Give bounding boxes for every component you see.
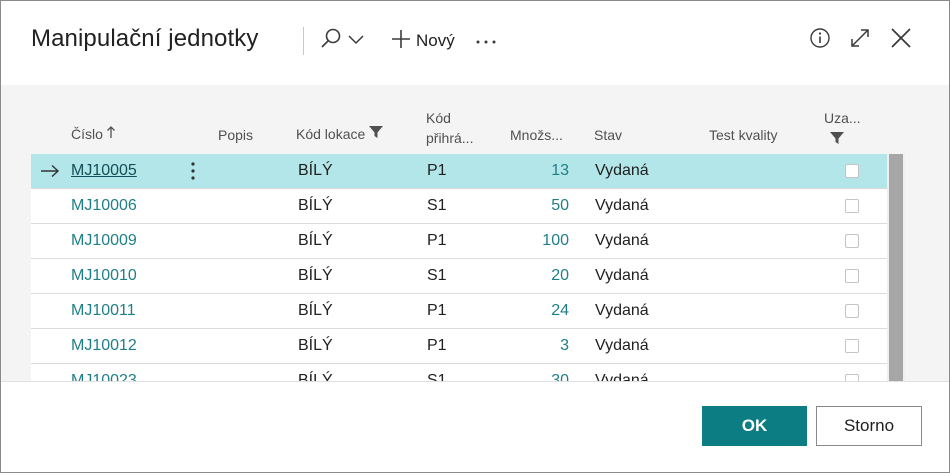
column-header-description[interactable]: Popis: [218, 127, 253, 143]
page-title: Manipulační jednotky: [31, 25, 259, 52]
column-header-number-label: Číslo: [71, 125, 103, 142]
chevron-down-icon: [347, 32, 365, 51]
column-header-closed[interactable]: Uza...: [824, 108, 861, 150]
vertical-scrollbar[interactable]: [887, 154, 905, 381]
bin-code: P1: [427, 232, 447, 249]
new-button[interactable]: Nový: [390, 27, 455, 55]
quantity[interactable]: 20: [509, 259, 569, 293]
dialog: Manipulační jednotky Nový Číslo Popis Kó…: [0, 0, 950, 473]
unit-number-link[interactable]: MJ10011: [71, 294, 136, 328]
column-header-location-label: Kód lokace: [296, 125, 366, 142]
column-header-location[interactable]: Kód lokace: [296, 125, 384, 142]
column-header-bin-line1: Kód: [426, 110, 451, 126]
more-actions-button[interactable]: [473, 27, 499, 55]
status: Vydaná: [595, 337, 649, 354]
status: Vydaná: [595, 302, 649, 319]
column-header-quantity[interactable]: Množs...: [510, 127, 563, 143]
quantity[interactable]: 3: [509, 329, 569, 363]
search-button[interactable]: [319, 27, 371, 55]
location-code: BÍLÝ: [298, 302, 333, 319]
column-header-status[interactable]: Stav: [594, 127, 622, 143]
status: Vydaná: [595, 197, 649, 214]
location-code: BÍLÝ: [298, 267, 333, 284]
bin-code: P1: [427, 337, 447, 354]
table-row[interactable]: MJ10012 BÍLÝ P1 3 Vydaná: [31, 329, 887, 364]
location-code: BÍLÝ: [298, 197, 333, 214]
column-header-bin-line2: přihrá...: [426, 130, 474, 146]
new-button-label: Nový: [416, 31, 455, 50]
dialog-footer: OK Storno: [1, 381, 949, 472]
closed-checkbox[interactable]: [845, 304, 859, 318]
table-row[interactable]: MJ10006 BÍLÝ S1 50 Vydaná: [31, 189, 887, 224]
unit-number-link[interactable]: MJ10012: [71, 329, 137, 363]
unit-number-link[interactable]: MJ10006: [71, 189, 137, 223]
current-row-arrow-icon: [37, 154, 63, 188]
quantity[interactable]: 24: [509, 294, 569, 328]
status: Vydaná: [595, 162, 649, 179]
handling-units-grid: Číslo Popis Kód lokace Kód přihrá... Mno…: [1, 85, 949, 381]
row-menu-button[interactable]: [181, 154, 205, 188]
column-header-closed-label: Uza...: [824, 110, 861, 126]
location-code: BÍLÝ: [298, 372, 333, 381]
location-code: BÍLÝ: [298, 337, 333, 354]
info-icon: [809, 27, 831, 54]
closed-checkbox[interactable]: [845, 234, 859, 248]
ellipsis-icon: [475, 32, 497, 50]
bin-code: S1: [427, 267, 447, 284]
scrollbar-thumb[interactable]: [889, 154, 903, 381]
list-area: Číslo Popis Kód lokace Kód přihrá... Mno…: [1, 85, 949, 381]
closed-checkbox[interactable]: [845, 199, 859, 213]
bin-code: P1: [427, 162, 447, 179]
column-header-bin[interactable]: Kód přihrá...: [426, 108, 473, 148]
expand-button[interactable]: [847, 27, 873, 53]
closed-checkbox[interactable]: [845, 374, 859, 381]
filter-icon: [369, 125, 384, 142]
bin-code: P1: [427, 302, 447, 319]
table-row[interactable]: MJ10023 BÍLÝ S1 30 Vydaná: [31, 364, 887, 381]
dialog-header: Manipulační jednotky Nový: [1, 1, 949, 85]
status: Vydaná: [595, 267, 649, 284]
quantity[interactable]: 13: [509, 154, 569, 188]
unit-number-link[interactable]: MJ10005: [71, 154, 137, 188]
table-row[interactable]: MJ10011 BÍLÝ P1 24 Vydaná: [31, 294, 887, 329]
status: Vydaná: [595, 232, 649, 249]
filter-icon: [824, 128, 861, 150]
closed-checkbox[interactable]: [845, 164, 859, 178]
sort-ascending-icon: [106, 125, 116, 142]
table-row[interactable]: MJ10009 BÍLÝ P1 100 Vydaná: [31, 224, 887, 259]
unit-number-link[interactable]: MJ10009: [71, 224, 137, 258]
column-header-quality-test[interactable]: Test kvality: [709, 127, 777, 143]
quantity[interactable]: 30: [509, 364, 569, 381]
bin-code: S1: [427, 197, 447, 214]
quantity[interactable]: 100: [509, 224, 569, 258]
status: Vydaná: [595, 372, 649, 381]
location-code: BÍLÝ: [298, 232, 333, 249]
info-button[interactable]: [807, 27, 833, 53]
header-divider: [303, 27, 304, 55]
unit-number-link[interactable]: MJ10023: [71, 364, 137, 381]
table-row[interactable]: MJ10005 BÍLÝ P1 13 Vydaná: [31, 154, 887, 189]
close-button[interactable]: [887, 26, 915, 54]
search-icon: [319, 27, 343, 56]
plus-icon: [390, 28, 412, 55]
quantity[interactable]: 50: [509, 189, 569, 223]
location-code: BÍLÝ: [298, 162, 333, 179]
expand-icon: [849, 27, 871, 54]
table-row[interactable]: MJ10010 BÍLÝ S1 20 Vydaná: [31, 259, 887, 294]
unit-number-link[interactable]: MJ10010: [71, 259, 137, 293]
bin-code: S1: [427, 372, 447, 381]
closed-checkbox[interactable]: [845, 339, 859, 353]
column-header-number[interactable]: Číslo: [71, 125, 116, 142]
cancel-button[interactable]: Storno: [816, 406, 922, 446]
ok-button[interactable]: OK: [702, 406, 807, 446]
close-icon: [889, 26, 913, 55]
closed-checkbox[interactable]: [845, 269, 859, 283]
